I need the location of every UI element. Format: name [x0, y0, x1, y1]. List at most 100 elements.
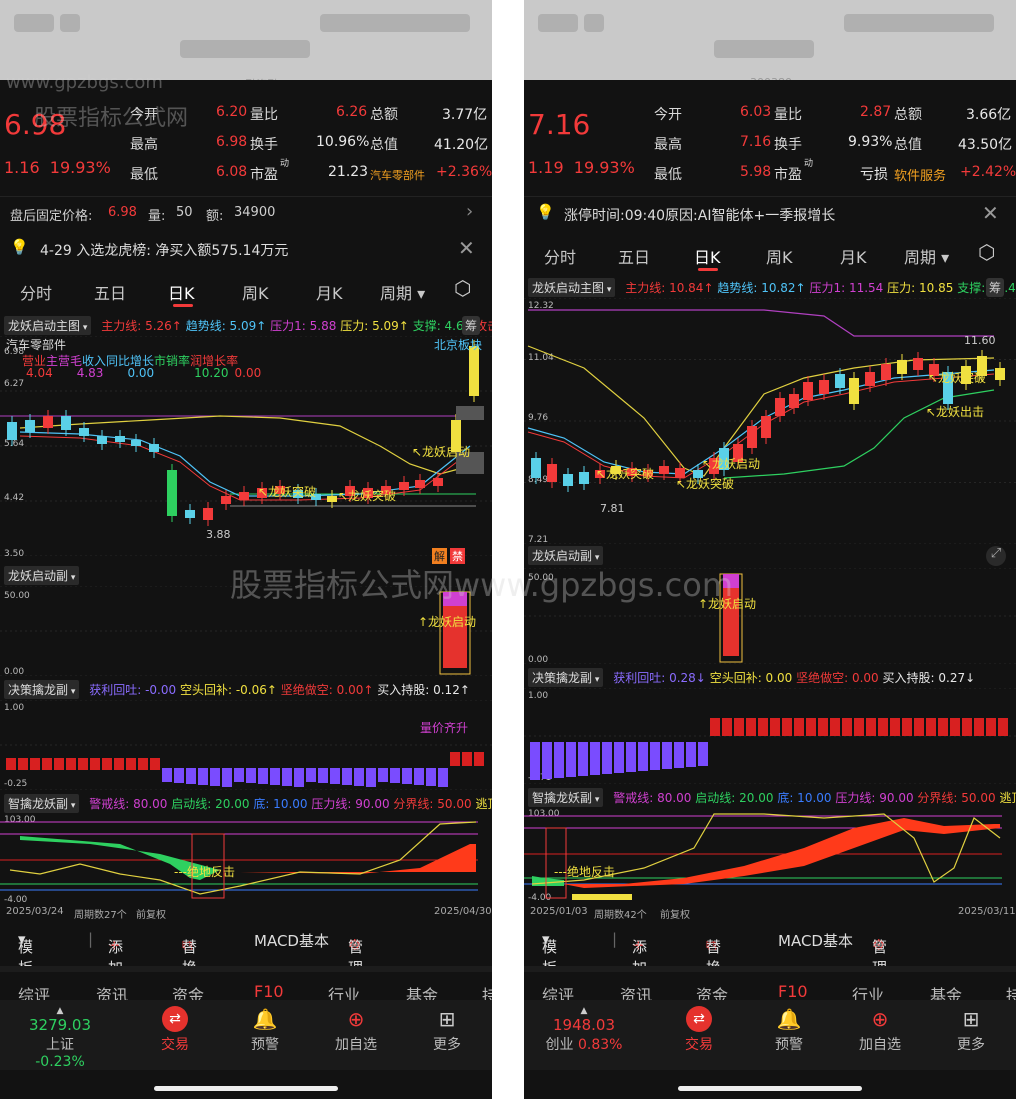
sub3-select[interactable]: 智擒龙妖副 [528, 788, 604, 807]
sub2-bar [258, 768, 268, 784]
tab-5day[interactable]: 五日 [94, 280, 126, 304]
index-ticker[interactable]: ▲ 1948.03 创业 0.83% [544, 1006, 624, 1054]
index-pct: -0.23% [35, 1054, 85, 1070]
sub3-v1: 警戒线: 80.00 [613, 791, 692, 805]
tab-5day[interactable]: 五日 [618, 244, 650, 268]
sub2-select[interactable]: 决策擒龙副 [4, 680, 80, 699]
ind-main-line: 主力线: 5.26↑ [101, 319, 182, 333]
high-price-label: 11.60 [964, 334, 996, 347]
macd-button[interactable]: MACD基本 [778, 930, 853, 951]
sub2-bar [818, 718, 828, 736]
candle-body [563, 474, 573, 486]
after-hours-row[interactable]: 盘后固定价格: 6.98 量: 50 额: 34900 › [0, 196, 492, 228]
sub2-bar [102, 758, 112, 770]
sub2-bar [474, 752, 484, 766]
active-tab-underline [173, 304, 193, 307]
candle-body [547, 464, 557, 482]
dock-alert[interactable]: 🔔 预警 [238, 1006, 292, 1054]
sub3-select[interactable]: 智擒龙妖副 [4, 794, 80, 813]
index-name: 创业 [545, 1037, 574, 1053]
tab-daily[interactable]: 日K [168, 280, 195, 304]
pe-label: 市盈 [774, 167, 802, 183]
tab-intraday[interactable]: 分时 [20, 280, 52, 304]
main-indicator-select[interactable]: 龙妖启动主图 [4, 316, 92, 335]
sub2-v2: 空头回补: -0.06↑ [179, 683, 277, 697]
candle-body [897, 360, 907, 374]
dock-watchlist[interactable]: ⊕ 加自选 [852, 1006, 908, 1054]
pe-sup: 动 [804, 159, 814, 169]
close-icon[interactable]: ✕ [982, 201, 999, 225]
sub1-select[interactable]: 龙妖启动副 [4, 566, 80, 585]
tab-weekly[interactable]: 周K [766, 244, 793, 268]
sub2-bar [246, 768, 256, 783]
sub2-v2: 空头回补: 0.00 [709, 671, 793, 685]
expand-icon[interactable]: ⤢ [986, 546, 1006, 566]
dock-alert[interactable]: 🔔 预警 [762, 1006, 816, 1054]
index-ticker[interactable]: ▲ 3279.03 上证 -0.23% [20, 1006, 100, 1070]
y-tick-label: 7.21 [528, 535, 548, 544]
chip-button[interactable]: 筹 [986, 278, 1005, 297]
candle-body [203, 508, 213, 520]
sub2-bar [974, 718, 984, 736]
candlestick-chart[interactable]: 12.3211.049.768.497.2111.607.81↖龙妖突破↖龙妖启… [524, 298, 1016, 544]
candle-body [995, 368, 1005, 380]
main-indicator-header: 龙妖启动主图 主力线: 10.84↑ 趋势线: 10.82↑ 压力1: 11.5… [528, 278, 1016, 298]
high-value: 6.98 [216, 134, 248, 150]
sector-link[interactable]: 汽车零部件 [370, 167, 425, 183]
notice-text: 4-29 入选龙虎榜: 净买入额575.14万元 [40, 243, 289, 259]
tab-f10[interactable]: F10 [254, 982, 284, 1001]
up-arrow-icon: ▲ [580, 1006, 588, 1016]
sub2-select[interactable]: 决策擒龙副 [528, 668, 604, 687]
dock-trade[interactable]: ⇄ 交易 [148, 1006, 202, 1054]
tab-period[interactable]: 周期 ▾ [904, 244, 949, 268]
sector-link[interactable]: 软件服务 [894, 165, 946, 184]
pressure-line [528, 309, 994, 337]
settings-hex-icon[interactable]: ⬡ [978, 240, 995, 264]
anno-strike: ↖龙妖出击 [926, 405, 984, 419]
sub2-bar [390, 768, 400, 783]
index-pct: 0.83% [577, 1037, 623, 1053]
tab-intraday[interactable]: 分时 [544, 244, 576, 268]
sub2-bar [686, 742, 696, 767]
sub2-bar [530, 742, 540, 780]
rebound-frame [545, 827, 567, 899]
template-button[interactable]: 模板 ▾ [18, 930, 33, 977]
dock-trade[interactable]: ⇄ 交易 [672, 1006, 726, 1054]
notice-row[interactable]: 💡 涨停时间:09:40原因:AI智能体+一季报增长 ✕ [524, 196, 1016, 230]
tab-monthly[interactable]: 月K [316, 280, 343, 304]
tab-f10[interactable]: F10 [778, 982, 808, 1001]
main-indicator-select[interactable]: 龙妖启动主图 [528, 278, 616, 297]
candle-body [433, 478, 443, 486]
dock-more[interactable]: ⊞ 更多 [944, 1006, 998, 1054]
sub2-chart: 1.00-0.71 [524, 688, 1016, 784]
chip-button[interactable]: 筹 [462, 316, 481, 335]
dock-watchlist[interactable]: ⊕ 加自选 [328, 1006, 384, 1054]
notice-row[interactable]: 💡 4-29 入选龙虎榜: 净买入额575.14万元 ✕ [0, 232, 492, 266]
template-button[interactable]: 模板 ▾ [542, 930, 557, 977]
tab-period[interactable]: 周期 ▾ [380, 280, 425, 304]
amount-label: 总额 [894, 107, 922, 123]
bell-icon: 🔔 [776, 1007, 802, 1031]
sub2-bar [222, 768, 232, 787]
tab-monthly[interactable]: 月K [840, 244, 867, 268]
settings-hex-icon[interactable]: ⬡ [454, 276, 471, 300]
sub3-header: 智擒龙妖副 警戒线: 80.00 启动线: 20.00 底: 10.00 压力线… [528, 788, 1016, 808]
divider: | [88, 930, 94, 948]
sub2-bar [66, 758, 76, 770]
date-end: 2025/03/11 [958, 906, 1016, 917]
candle-body [221, 496, 231, 504]
close-icon[interactable]: ✕ [458, 236, 475, 260]
sub2-bar [782, 718, 792, 736]
sub2-bar [758, 718, 768, 736]
tab-daily[interactable]: 日K [694, 244, 721, 268]
sub3-header: 智擒龙妖副 警戒线: 80.00 启动线: 20.00 底: 10.00 压力线… [4, 794, 492, 814]
macd-button[interactable]: MACD基本 [254, 930, 329, 951]
vol-ratio-value: 2.87 [860, 104, 892, 120]
quote-panel: 6.98 1.16 19.93% 今开 6.20 量比 6.26 总额 3.77… [0, 80, 492, 196]
sub2-bar [578, 742, 588, 776]
sub3-top-label: 103.00 [528, 809, 560, 819]
dock-more[interactable]: ⊞ 更多 [420, 1006, 474, 1054]
sub2-bar [378, 768, 388, 782]
y-tick-label: 4.42 [4, 493, 24, 503]
tab-weekly[interactable]: 周K [242, 280, 269, 304]
